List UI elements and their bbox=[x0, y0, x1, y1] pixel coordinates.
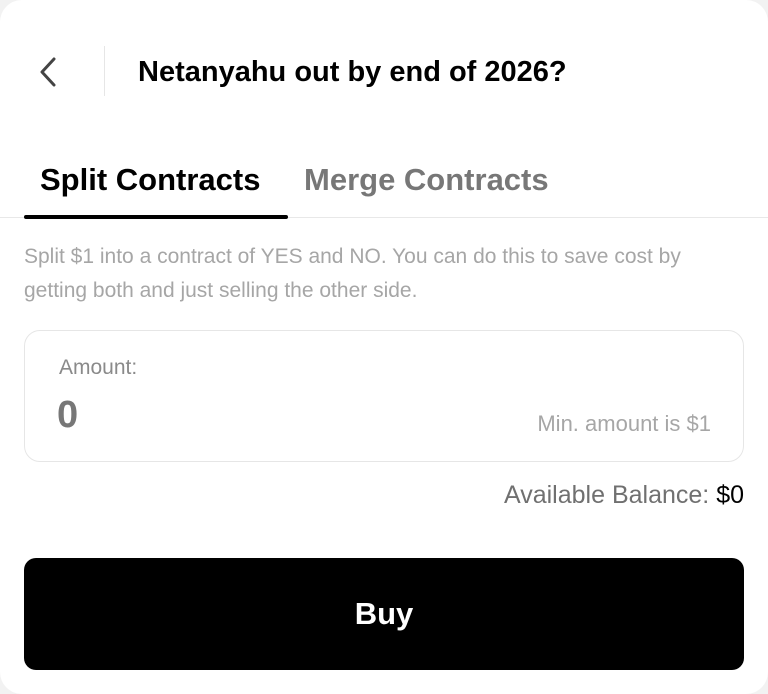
amount-label: Amount: bbox=[59, 356, 138, 379]
chevron-left-icon bbox=[40, 57, 56, 87]
tab-merge-contracts[interactable]: Merge Contracts bbox=[304, 160, 549, 200]
tab-split-contracts[interactable]: Split Contracts bbox=[40, 160, 260, 200]
available-balance: Available Balance: $0 bbox=[504, 478, 744, 512]
split-description: Split $1 into a contract of YES and NO. … bbox=[24, 245, 681, 302]
back-button[interactable] bbox=[28, 46, 68, 98]
balance-label: Available Balance: bbox=[504, 481, 717, 509]
contract-tabs: Split Contracts Merge Contracts bbox=[0, 150, 768, 219]
split-contracts-panel: Netanyahu out by end of 2026? Split Cont… bbox=[0, 0, 768, 694]
balance-value: $0 bbox=[716, 481, 744, 509]
header-divider bbox=[104, 46, 105, 96]
buy-button[interactable]: Buy bbox=[24, 558, 744, 670]
amount-field-container[interactable]: Amount: Min. amount is $1 bbox=[24, 330, 744, 462]
amount-input[interactable] bbox=[57, 391, 437, 439]
market-title: Netanyahu out by end of 2026? bbox=[138, 56, 567, 88]
min-amount-hint: Min. amount is $1 bbox=[537, 411, 711, 436]
active-tab-indicator bbox=[24, 215, 288, 219]
panel-header: Netanyahu out by end of 2026? bbox=[0, 40, 768, 104]
